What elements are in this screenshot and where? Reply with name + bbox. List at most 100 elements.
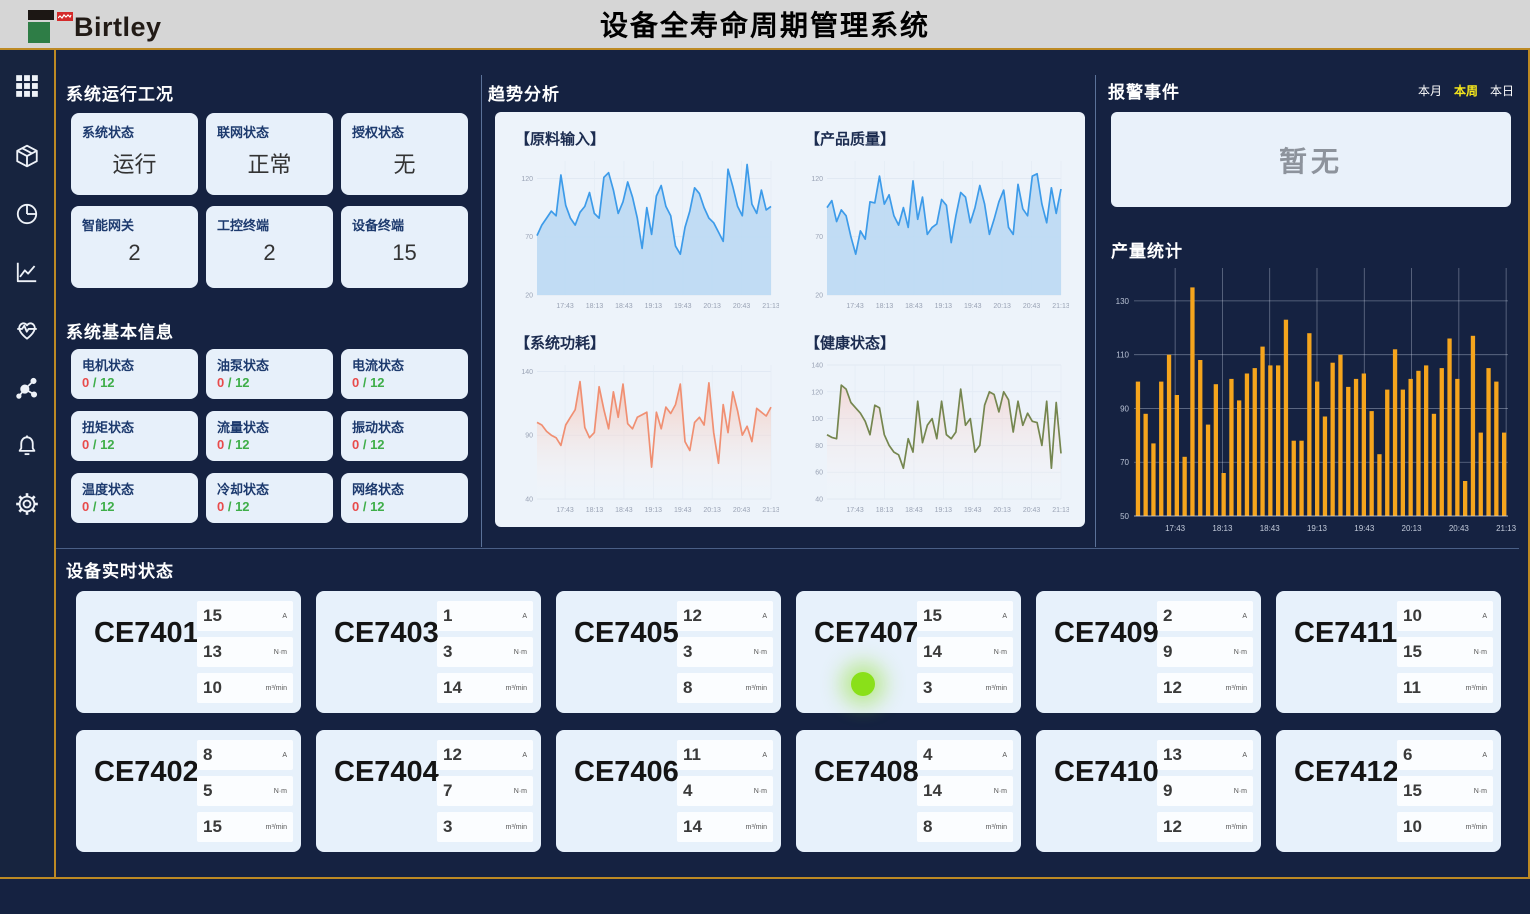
device-metric-row: 13 N·m [197,637,293,667]
device-metric-value: 15 [923,606,942,626]
device-metric-unit: N·m [274,788,287,795]
alarm-empty-text: 暂无 [1279,140,1343,180]
device-name: CE7402 [94,756,199,789]
device-card-CE7411[interactable]: CE7411 10 A 15 N·m 11 m³/min [1276,591,1501,713]
info-card-label: 油泵状态 [217,355,322,374]
svg-text:19:43: 19:43 [964,507,982,514]
svg-text:20:13: 20:13 [993,303,1011,310]
device-card-CE7410[interactable]: CE7410 13 A 9 N·m 12 m³/min [1036,730,1261,852]
device-metric-row: 14 m³/min [437,673,533,703]
alarm-tab-本周[interactable]: 本周 [1454,82,1478,99]
device-metric-value: 15 [1403,642,1422,662]
sidebar-item-settings[interactable] [13,492,41,520]
device-card-CE7408[interactable]: CE7408 4 A 14 N·m 8 m³/min [796,730,1021,852]
sidebar-item-trends[interactable] [13,260,41,288]
info-card-count: 0 / 12 [352,499,457,514]
device-metric-value: 14 [923,642,942,662]
device-metric-unit: N·m [754,788,767,795]
sidebar-item-analytics[interactable] [13,202,41,230]
device-card-CE7401[interactable]: CE7401 15 A 13 N·m 10 m³/min [76,591,301,713]
device-card-CE7405[interactable]: CE7405 12 A 3 N·m 8 m³/min [556,591,781,713]
svg-text:70: 70 [1120,458,1129,467]
sidebar-item-network[interactable] [13,376,41,404]
devices-section: 设备实时状态 CE7401 15 A 13 N·m 10 m³/min CE74… [56,548,1519,877]
sidebar-item-health[interactable] [13,318,41,346]
device-card-CE7406[interactable]: CE7406 11 A 4 N·m 14 m³/min [556,730,781,852]
device-metric-row: 4 N·m [677,776,773,806]
device-metric-unit: m³/min [506,685,527,692]
device-active-indicator [851,672,875,696]
info-card: 油泵状态 0 / 12 [206,349,333,399]
device-metric-unit: N·m [994,788,1007,795]
alarm-tab-本月[interactable]: 本月 [1418,82,1442,99]
svg-text:120: 120 [521,176,533,183]
column-divider [481,75,482,547]
device-metric-unit: N·m [514,649,527,656]
device-metric-value: 14 [923,781,942,801]
device-metric-value: 10 [203,678,222,698]
logo-text: Birtley [74,14,162,41]
health-pulse-icon [14,317,40,348]
svg-text:18:13: 18:13 [1212,524,1233,533]
device-metric-value: 12 [1163,817,1182,837]
device-metric-unit: m³/min [506,824,527,831]
svg-text:100: 100 [811,416,823,423]
device-metric-unit: m³/min [1226,824,1247,831]
device-metric-unit: N·m [1234,649,1247,656]
device-metric-row: 2 A [1157,601,1253,631]
status-card: 工控终端 2 [206,206,333,288]
brand-logo: Birtley [28,5,162,43]
sidebar-item-model[interactable] [13,144,41,172]
device-card-CE7412[interactable]: CE7412 6 A 15 N·m 10 m³/min [1276,730,1501,852]
device-metric-value: 8 [203,745,212,765]
device-metric-value: 7 [443,781,452,801]
device-card-CE7409[interactable]: CE7409 2 A 9 N·m 12 m³/min [1036,591,1261,713]
mini-chart-title: 【系统功耗】 [515,332,783,353]
sidebar-item-apps[interactable] [13,74,41,102]
device-metric-row: 15 N·m [1397,637,1493,667]
device-metric-row: 14 N·m [917,637,1013,667]
device-card-CE7404[interactable]: CE7404 12 A 7 N·m 3 m³/min [316,730,541,852]
device-card-CE7402[interactable]: CE7402 8 A 5 N·m 15 m³/min [76,730,301,852]
device-metric-row: 8 A [197,740,293,770]
svg-text:18:43: 18:43 [905,507,923,514]
device-metric-unit: A [1002,613,1007,620]
section-title-system-status: 系统运行工况 [66,80,174,105]
device-metric-row: 1 A [437,601,533,631]
device-metric-value: 13 [203,642,222,662]
device-metric-value: 9 [1163,781,1172,801]
device-metric-unit: m³/min [746,685,767,692]
section-title-devices: 设备实时状态 [66,557,174,582]
device-metric-unit: A [1242,752,1247,759]
device-card-CE7407[interactable]: CE7407 15 A 14 N·m 3 m³/min [796,591,1021,713]
svg-text:19:13: 19:13 [645,303,663,310]
svg-text:19:43: 19:43 [964,303,982,310]
svg-text:70: 70 [815,234,823,241]
svg-text:80: 80 [815,442,823,449]
device-metric-value: 15 [203,817,222,837]
svg-text:20: 20 [815,293,823,300]
device-metric-row: 15 A [197,601,293,631]
info-card-count: 0 / 12 [217,437,322,452]
device-metric-row: 13 A [1157,740,1253,770]
svg-text:140: 140 [521,368,533,375]
info-card-count: 0 / 12 [217,499,322,514]
device-metric-value: 11 [1403,678,1421,698]
info-card: 冷却状态 0 / 12 [206,473,333,523]
svg-text:21:13: 21:13 [762,507,779,514]
svg-text:20:43: 20:43 [1023,507,1041,514]
info-card-count: 0 / 12 [352,437,457,452]
device-card-CE7403[interactable]: CE7403 1 A 3 N·m 14 m³/min [316,591,541,713]
device-metric-unit: N·m [274,649,287,656]
status-card-label: 授权状态 [352,122,457,141]
info-card-label: 电流状态 [352,355,457,374]
info-card-label: 电机状态 [82,355,187,374]
svg-text:18:13: 18:13 [876,303,894,310]
svg-text:21:13: 21:13 [1052,507,1069,514]
status-card: 授权状态 无 [341,113,468,195]
sidebar-item-alarms[interactable] [13,434,41,462]
device-metric-unit: m³/min [1226,685,1247,692]
status-card-value: 15 [352,240,457,266]
alarm-tab-本日[interactable]: 本日 [1490,82,1514,99]
section-title-alarm: 报警事件 [1108,78,1180,103]
